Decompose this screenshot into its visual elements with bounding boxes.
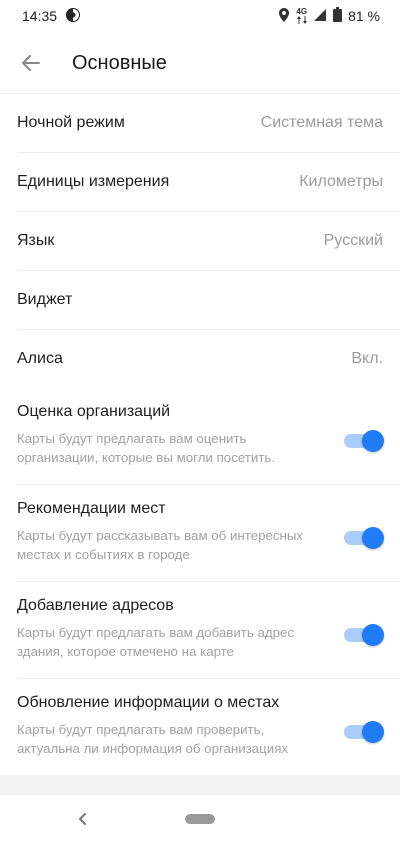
- setting-title: Язык: [17, 232, 55, 249]
- back-button[interactable]: [17, 49, 45, 77]
- app-header: Основные: [0, 32, 400, 94]
- toggle-description: Карты будут рассказывать вам об интересн…: [17, 528, 304, 562]
- toggle-knob: [362, 624, 384, 646]
- setting-title: Ночной режим: [17, 114, 125, 131]
- add-addresses-toggle[interactable]: [344, 624, 384, 646]
- location-icon: [278, 7, 290, 26]
- place-recommendations-toggle[interactable]: [344, 527, 384, 549]
- chevron-left-icon: [79, 813, 86, 825]
- setting-value: Вкл.: [351, 350, 383, 367]
- data-arrows-icon: [296, 16, 307, 24]
- toggle-row-update-place-info: Обновление информации о местах Карты буд…: [0, 679, 400, 775]
- toggle-row-place-recommendations: Рекомендации мест Карты будут рассказыва…: [0, 485, 400, 581]
- setting-widget[interactable]: Виджет: [0, 271, 400, 329]
- toggle-row-rate-organizations: Оценка организаций Карты будут предлагат…: [0, 388, 400, 484]
- update-place-info-toggle[interactable]: [344, 721, 384, 743]
- toggle-row-add-addresses: Добавление адресов Карты будут предлагат…: [0, 582, 400, 678]
- setting-value: Километры: [299, 173, 383, 190]
- setting-language[interactable]: Язык Русский: [0, 212, 400, 270]
- setting-alice[interactable]: Алиса Вкл.: [0, 330, 400, 388]
- nav-back-button[interactable]: [74, 807, 92, 831]
- page-title: Основные: [72, 51, 167, 74]
- rate-organizations-toggle[interactable]: [344, 430, 384, 452]
- toggle-title: Оценка организаций: [17, 403, 171, 420]
- setting-title: Алиса: [17, 350, 63, 367]
- toggle-description: Карты будут предлагать вам оценить орган…: [17, 431, 276, 465]
- setting-units[interactable]: Единицы измерения Километры: [0, 153, 400, 211]
- status-bar: 14:35 4G 81 %: [0, 0, 400, 32]
- battery-percent: 81 %: [348, 8, 380, 24]
- network-type: 4G: [296, 8, 307, 24]
- settings-list: Ночной режим Системная тема Единицы изме…: [0, 94, 400, 775]
- status-left: 14:35: [22, 7, 81, 26]
- app-notification-icon: [65, 7, 81, 26]
- system-nav-bar: [0, 795, 400, 844]
- status-time: 14:35: [22, 8, 58, 24]
- setting-night-mode[interactable]: Ночной режим Системная тема: [0, 94, 400, 152]
- toggle-description: Карты будут предлагать вам проверить, ак…: [17, 722, 289, 756]
- signal-icon: [313, 8, 327, 25]
- toggle-knob: [362, 721, 384, 743]
- toggle-title: Рекомендации мест: [17, 500, 166, 517]
- setting-title: Виджет: [17, 291, 73, 308]
- battery-icon: [333, 7, 343, 25]
- toggle-description: Карты будут предлагать вам добавить адре…: [17, 625, 295, 659]
- network-label: 4G: [296, 7, 308, 16]
- status-right: 4G 81 %: [278, 7, 380, 26]
- setting-title: Единицы измерения: [17, 173, 170, 190]
- toggle-title: Добавление адресов: [17, 597, 174, 614]
- bottom-spacer: [0, 775, 400, 795]
- toggle-knob: [362, 430, 384, 452]
- setting-value: Системная тема: [260, 114, 383, 131]
- toggle-title: Обновление информации о местах: [17, 694, 280, 711]
- arrow-left-icon: [22, 55, 40, 71]
- nav-home-pill[interactable]: [185, 814, 215, 824]
- toggle-knob: [362, 527, 384, 549]
- setting-value: Русский: [323, 232, 383, 249]
